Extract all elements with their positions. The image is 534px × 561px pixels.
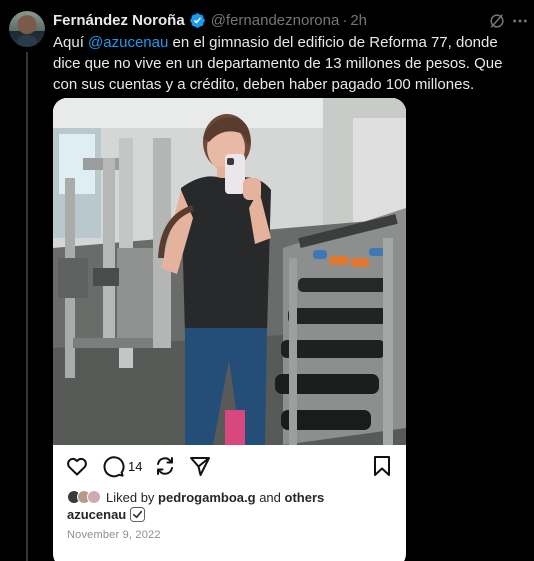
avatar — [87, 490, 101, 504]
thread-line — [26, 52, 28, 561]
verified-badge-icon — [189, 12, 206, 29]
author-display-name[interactable]: Fernández Noroña — [53, 12, 185, 29]
liker-avatars — [67, 490, 101, 504]
tweet-header: Fernández Noroña @fernandeznorona · 2h — [53, 10, 367, 30]
tweet-text-before: Aquí — [53, 34, 89, 51]
header-separator: · — [342, 11, 348, 29]
instagram-user-row: azucenau — [67, 507, 146, 522]
tweet-timestamp[interactable]: 2h — [350, 12, 367, 29]
more-icon[interactable] — [511, 12, 529, 30]
liked-by-prefix: Liked by — [106, 489, 155, 505]
liked-by-user[interactable]: pedrogamboa.g — [158, 490, 256, 505]
instagram-embed-card[interactable]: 14 Liked by pedrogamboa.g and others azu… — [53, 98, 406, 561]
instagram-username[interactable]: azucenau — [67, 507, 126, 522]
mention-link[interactable]: @azucenau — [88, 34, 168, 51]
liked-by-middle: and — [259, 489, 281, 505]
checkbox-badge-icon — [130, 507, 146, 522]
liked-by-row: Liked by pedrogamboa.g and others — [67, 489, 324, 505]
send-icon[interactable] — [188, 454, 212, 478]
grok-icon[interactable] — [488, 12, 506, 30]
heart-icon[interactable] — [65, 454, 89, 478]
instagram-action-bar: 14 — [53, 454, 406, 480]
tweet-text: Aquí @azucenau en el gimnasio del edific… — [53, 32, 527, 95]
comment-count: 14 — [128, 459, 143, 474]
liked-by-others[interactable]: others — [285, 490, 325, 505]
comment-icon[interactable] — [101, 454, 125, 478]
author-avatar[interactable] — [9, 11, 45, 47]
gym-photo[interactable] — [53, 98, 406, 445]
author-handle[interactable]: @fernandeznorona — [211, 12, 340, 29]
bookmark-icon[interactable] — [370, 454, 394, 478]
repost-icon[interactable] — [153, 454, 177, 478]
post-date: November 9, 2022 — [67, 529, 161, 541]
